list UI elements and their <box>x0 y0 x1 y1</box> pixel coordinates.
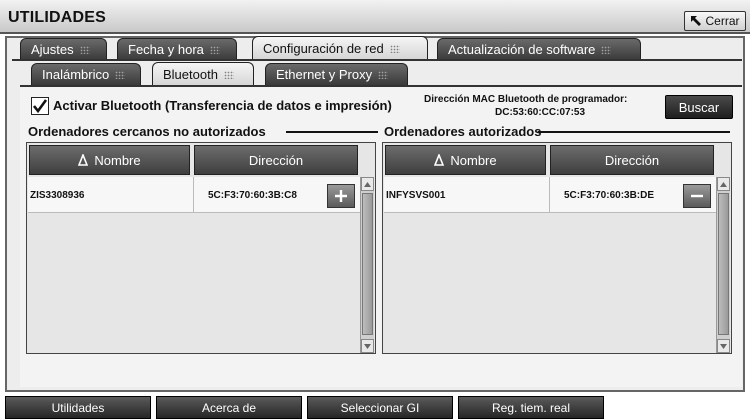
grip-icon <box>389 44 400 53</box>
activate-bluetooth-checkbox[interactable] <box>31 97 49 115</box>
scrollbar[interactable] <box>360 177 374 353</box>
cell-divider <box>193 177 194 213</box>
title-bar: UTILIDADES Cerrar <box>0 0 750 34</box>
nav-reg-tiem-real-button[interactable]: Reg. tiem. real <box>458 396 604 419</box>
column-header-label: Nombre <box>94 152 141 168</box>
cell-divider <box>549 177 550 213</box>
nav-utilidades-button[interactable]: Utilidades <box>5 396 151 419</box>
tab-configuracion-red[interactable]: Configuración de red <box>252 36 428 60</box>
plus-icon <box>335 190 347 202</box>
minus-icon <box>691 194 703 198</box>
column-header-label: Dirección <box>604 152 660 168</box>
grip-icon <box>378 70 389 79</box>
checkmark-icon <box>32 99 48 114</box>
grip-icon <box>79 45 90 54</box>
arrow-up-icon <box>364 181 371 187</box>
subtab-bluetooth[interactable]: Bluetooth <box>152 62 254 86</box>
column-header-name[interactable]: Nombre <box>385 145 546 175</box>
tab-label: Actualización de software <box>448 42 596 57</box>
mac-address-value: DC:53:60:CC:07:53 <box>495 107 586 118</box>
tab-fecha-hora[interactable]: Fecha y hora <box>117 38 237 60</box>
tab-label: Fecha y hora <box>128 42 204 57</box>
tab-ajustes[interactable]: Ajustes <box>20 38 107 60</box>
mac-address-label: Dirección MAC Bluetooth de programador: <box>424 94 628 105</box>
section-rule <box>286 131 378 133</box>
subtab-inalambrico[interactable]: Inalámbrico <box>31 63 141 85</box>
column-header-label: Dirección <box>248 152 304 168</box>
subtab-label: Ethernet y Proxy <box>276 67 373 82</box>
arrow-down-icon <box>364 343 371 349</box>
subtab-label: Inalámbrico <box>42 67 110 82</box>
nearby-unauthorized-list: Nombre Dirección ZIS3308936 5C:F3:70:60:… <box>26 142 376 354</box>
grip-icon <box>223 70 234 79</box>
tab-label: Configuración de red <box>263 41 384 56</box>
column-header-address[interactable]: Dirección <box>550 145 714 175</box>
search-button[interactable]: Buscar <box>665 95 733 119</box>
scroll-thumb[interactable] <box>718 193 729 335</box>
nearby-unauthorized-title: Ordenadores cercanos no autorizados <box>28 124 266 139</box>
device-name: ZIS3308936 <box>30 189 85 201</box>
column-header-label: Nombre <box>450 152 497 168</box>
close-button[interactable]: Cerrar <box>684 11 746 31</box>
authorized-list: Nombre Dirección INFYSVS001 5C:F3:70:60:… <box>382 142 732 354</box>
scroll-thumb[interactable] <box>362 193 373 335</box>
authorize-device-button[interactable] <box>327 184 355 208</box>
close-arrow-icon <box>691 16 702 26</box>
scrollbar[interactable] <box>716 177 730 353</box>
tab-divider <box>12 59 742 61</box>
arrow-down-icon <box>720 343 727 349</box>
activate-bluetooth-label: Activar Bluetooth (Transferencia de dato… <box>53 98 392 113</box>
authorized-title: Ordenadores autorizados <box>384 124 542 139</box>
bottom-navigation: Utilidades Acerca de Seleccionar GI Reg.… <box>0 396 750 419</box>
close-button-label: Cerrar <box>705 14 740 28</box>
table-row[interactable]: ZIS3308936 5C:F3:70:60:3B:C8 <box>28 177 360 213</box>
nav-seleccionar-gi-button[interactable]: Seleccionar GI <box>307 396 453 419</box>
subtab-label: Bluetooth <box>163 67 218 82</box>
device-address: 5C:F3:70:60:3B:C8 <box>208 189 297 201</box>
subtab-ethernet-proxy[interactable]: Ethernet y Proxy <box>265 63 408 85</box>
grip-icon <box>115 70 126 79</box>
arrow-up-icon <box>720 181 727 187</box>
sort-ascending-icon <box>78 154 89 166</box>
grip-icon <box>209 45 220 54</box>
column-header-address[interactable]: Dirección <box>194 145 358 175</box>
table-row[interactable]: INFYSVS001 5C:F3:70:60:3B:DE <box>384 177 716 213</box>
scroll-up-button[interactable] <box>361 177 374 191</box>
window-title: UTILIDADES <box>8 9 106 26</box>
nav-acerca-de-button[interactable]: Acerca de <box>156 396 302 419</box>
remove-device-button[interactable] <box>683 184 711 208</box>
scroll-up-button[interactable] <box>717 177 730 191</box>
tab-actualizacion-software[interactable]: Actualización de software <box>437 38 641 60</box>
device-name: INFYSVS001 <box>386 189 446 201</box>
device-address: 5C:F3:70:60:3B:DE <box>564 189 655 201</box>
column-header-name[interactable]: Nombre <box>29 145 190 175</box>
tab-label: Ajustes <box>31 42 74 57</box>
scroll-down-button[interactable] <box>361 339 374 353</box>
grip-icon <box>601 45 612 54</box>
section-rule <box>538 131 730 133</box>
scroll-down-button[interactable] <box>717 339 730 353</box>
sort-ascending-icon <box>434 154 445 166</box>
